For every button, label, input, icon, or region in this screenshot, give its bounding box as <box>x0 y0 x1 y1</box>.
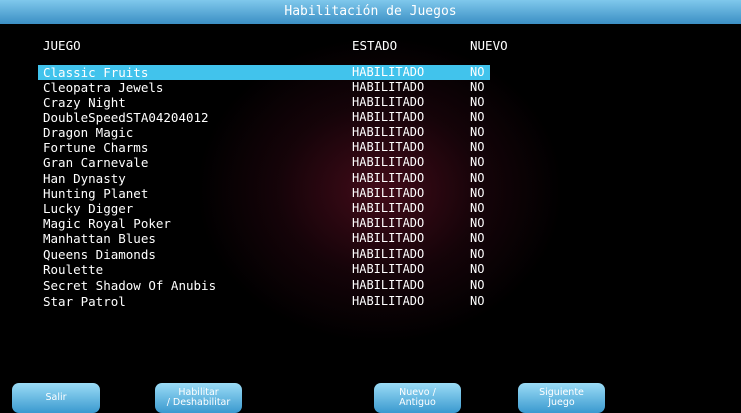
game-new: NO <box>470 278 485 292</box>
game-state: HABILITADO <box>352 125 425 139</box>
table-row[interactable]: Crazy Night HABILITADO NO <box>38 95 490 110</box>
game-state: HABILITADO <box>352 294 425 308</box>
game-name: Fortune Charms <box>43 140 149 155</box>
game-name: Magic Royal Poker <box>43 216 171 231</box>
table-row-selected[interactable]: Classic Fruits HABILITADO NO <box>38 65 490 80</box>
game-state: HABILITADO <box>352 95 425 109</box>
game-state: HABILITADO <box>352 262 425 276</box>
game-new: NO <box>470 65 485 79</box>
game-name: Manhattan Blues <box>43 231 156 246</box>
new-old-label-line2: Antiguo <box>399 397 436 408</box>
game-new: NO <box>470 80 485 94</box>
table-row[interactable]: Star Patrol HABILITADO NO <box>38 294 490 309</box>
game-state: HABILITADO <box>352 155 425 169</box>
game-state: HABILITADO <box>352 231 425 245</box>
game-new: NO <box>470 231 485 245</box>
game-state: HABILITADO <box>352 247 425 261</box>
game-new: NO <box>470 247 485 261</box>
column-header-state: ESTADO <box>352 38 398 53</box>
game-new: NO <box>470 294 485 308</box>
table-row[interactable]: Secret Shadow Of Anubis HABILITADO NO <box>38 278 490 293</box>
toggle-enable-label-line2: / Deshabilitar <box>166 397 231 408</box>
next-game-button[interactable]: Siguiente Juego <box>518 383 605 413</box>
game-new: NO <box>470 125 485 139</box>
game-name: Crazy Night <box>43 95 126 110</box>
game-state: HABILITADO <box>352 140 425 154</box>
game-name: DoubleSpeedSTA04204012 <box>43 110 209 125</box>
window-title: Habilitación de Juegos <box>0 0 741 24</box>
game-name: Queens Diamonds <box>43 247 156 262</box>
game-name: Cleopatra Jewels <box>43 80 164 95</box>
game-state: HABILITADO <box>352 201 425 215</box>
table-row[interactable]: Roulette HABILITADO NO <box>38 262 490 277</box>
column-header-new: NUEVO <box>470 38 508 53</box>
game-name: Secret Shadow Of Anubis <box>43 278 217 293</box>
exit-button-label: Salir <box>45 392 67 403</box>
game-new: NO <box>470 201 485 215</box>
table-row[interactable]: Gran Carnevale HABILITADO NO <box>38 155 490 170</box>
game-state: HABILITADO <box>352 80 425 94</box>
game-state: HABILITADO <box>352 65 425 79</box>
game-state: HABILITADO <box>352 216 425 230</box>
game-name: Dragon Magic <box>43 125 134 140</box>
table-row[interactable]: Hunting Planet HABILITADO NO <box>38 186 490 201</box>
game-new: NO <box>470 140 485 154</box>
table-row[interactable]: Magic Royal Poker HABILITADO NO <box>38 216 490 231</box>
exit-button[interactable]: Salir <box>12 383 100 413</box>
game-new: NO <box>470 155 485 169</box>
game-name: Classic Fruits <box>43 65 149 80</box>
table-row[interactable]: Queens Diamonds HABILITADO NO <box>38 247 490 262</box>
game-name: Star Patrol <box>43 294 126 309</box>
game-name: Han Dynasty <box>43 171 126 186</box>
table-row[interactable]: Dragon Magic HABILITADO NO <box>38 125 490 140</box>
table-row[interactable]: DoubleSpeedSTA04204012 HABILITADO NO <box>38 110 490 125</box>
game-new: NO <box>470 186 485 200</box>
game-new: NO <box>470 171 485 185</box>
table-row[interactable]: Cleopatra Jewels HABILITADO NO <box>38 80 490 95</box>
game-name: Gran Carnevale <box>43 155 149 170</box>
game-state: HABILITADO <box>352 278 425 292</box>
game-new: NO <box>470 95 485 109</box>
game-new: NO <box>470 262 485 276</box>
table-row[interactable]: Lucky Digger HABILITADO NO <box>38 201 490 216</box>
game-new: NO <box>470 110 485 124</box>
game-new: NO <box>470 216 485 230</box>
game-state: HABILITADO <box>352 171 425 185</box>
game-name: Roulette <box>43 262 104 277</box>
table-row[interactable]: Manhattan Blues HABILITADO NO <box>38 231 490 246</box>
toggle-enable-button[interactable]: Habilitar / Deshabilitar <box>155 383 242 413</box>
next-game-label-line2: Juego <box>548 397 575 408</box>
game-name: Hunting Planet <box>43 186 149 201</box>
game-name: Lucky Digger <box>43 201 134 216</box>
game-state: HABILITADO <box>352 110 425 124</box>
game-state: HABILITADO <box>352 186 425 200</box>
table-row[interactable]: Han Dynasty HABILITADO NO <box>38 171 490 186</box>
table-row[interactable]: Fortune Charms HABILITADO NO <box>38 140 490 155</box>
column-header-game: JUEGO <box>43 38 81 53</box>
new-old-button[interactable]: Nuevo / Antiguo <box>374 383 461 413</box>
